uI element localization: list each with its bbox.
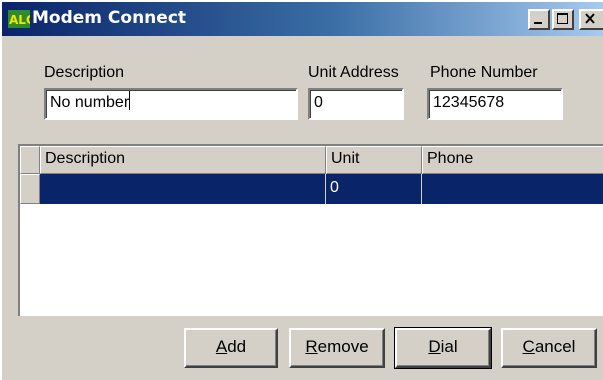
cancel-button-label: ancel xyxy=(534,337,576,356)
minimize-button[interactable] xyxy=(528,9,550,30)
remove-button-accesskey: R xyxy=(305,337,318,356)
description-field-value: No number xyxy=(50,94,130,111)
cell-phone[interactable] xyxy=(422,174,603,204)
dial-button-label: ial xyxy=(440,337,458,356)
close-icon xyxy=(585,13,595,24)
alc-logo-icon: ALC xyxy=(8,10,35,28)
add-button[interactable]: Add xyxy=(184,328,278,368)
connections-grid[interactable]: Description Unit Phone 0 xyxy=(18,144,603,316)
cell-unit[interactable]: 0 xyxy=(326,174,422,204)
modem-connect-window: ALC Modem Connect Description Unit Addre… xyxy=(0,0,603,380)
window-title: Modem Connect xyxy=(32,8,187,28)
column-header-unit[interactable]: Unit xyxy=(326,146,422,174)
unit-address-label: Unit Address xyxy=(308,64,399,81)
close-button[interactable] xyxy=(579,9,603,30)
grid-corner-header xyxy=(20,146,40,174)
dial-button-accesskey: D xyxy=(428,337,441,356)
text-caret xyxy=(129,91,131,110)
column-header-description[interactable]: Description xyxy=(40,146,326,174)
title-bar[interactable]: ALC Modem Connect xyxy=(2,2,603,36)
svg-text:ALC: ALC xyxy=(9,13,30,27)
description-field[interactable]: No number xyxy=(44,88,298,120)
remove-button[interactable]: Remove xyxy=(289,328,385,368)
minimize-icon xyxy=(534,22,542,24)
cancel-button-accesskey: C xyxy=(522,337,535,356)
unit-address-field-value: 0 xyxy=(314,94,323,111)
phone-number-label: Phone Number xyxy=(430,64,538,81)
add-button-accesskey: A xyxy=(215,337,228,356)
maximize-button[interactable] xyxy=(552,9,574,30)
phone-number-field[interactable]: 12345678 xyxy=(427,88,563,120)
maximize-icon xyxy=(557,13,568,24)
description-label: Description xyxy=(44,64,125,81)
column-header-phone[interactable]: Phone xyxy=(422,146,603,174)
remove-button-label: emove xyxy=(317,337,369,356)
cell-description[interactable] xyxy=(40,174,326,204)
add-button-label: dd xyxy=(227,337,247,356)
phone-number-field-value: 12345678 xyxy=(433,94,505,111)
cancel-button[interactable]: Cancel xyxy=(501,328,597,368)
dial-button[interactable]: Dial xyxy=(394,327,492,369)
row-selector[interactable] xyxy=(20,174,40,204)
unit-address-field[interactable]: 0 xyxy=(308,88,404,120)
